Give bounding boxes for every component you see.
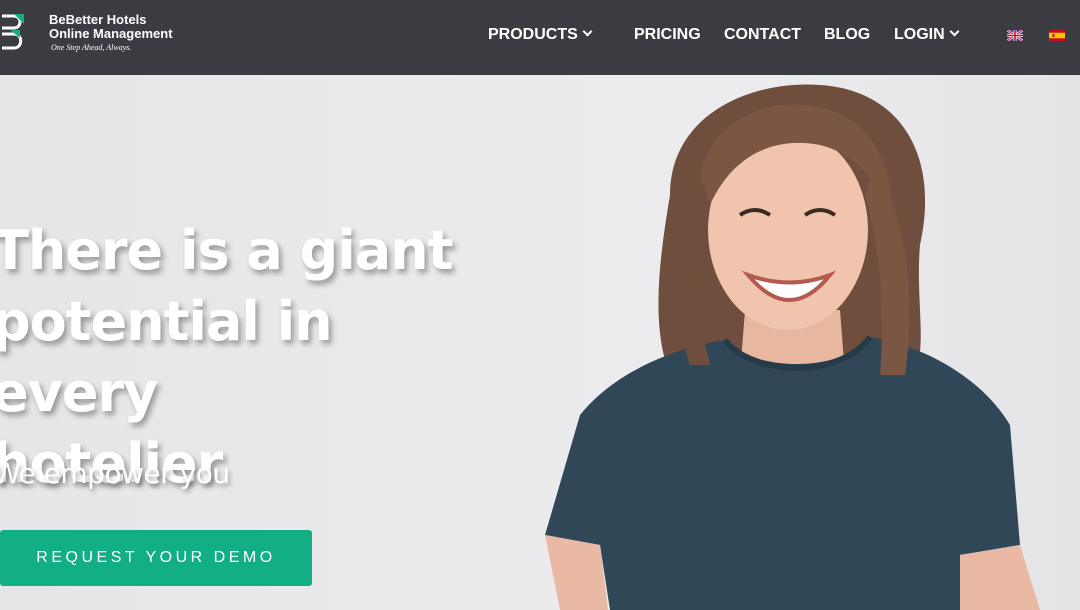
hero-photo-smiling-woman <box>545 84 1040 610</box>
chevron-down-icon <box>949 26 960 37</box>
left-arm <box>545 535 608 610</box>
t-shirt <box>545 337 1020 610</box>
uk-flag-icon[interactable] <box>1007 30 1023 41</box>
nav-login[interactable]: LOGIN <box>894 24 960 46</box>
brand-tagline: One Step Ahead, Always. <box>51 43 132 52</box>
hero-title-line-2: potential in every <box>0 290 333 424</box>
nav-products-label: PRODUCTS <box>488 26 578 43</box>
nav-pricing-label: PRICING <box>634 26 701 43</box>
right-arm <box>960 545 1040 610</box>
nav-blog[interactable]: BLOG <box>824 24 870 46</box>
brand-logo[interactable]: BeBetter Hotels Online Management One St… <box>0 12 200 60</box>
hero-subtitle: We empower you <box>0 457 230 490</box>
brand-name: BeBetter Hotels Online Management <box>49 12 173 41</box>
request-demo-button[interactable]: REQUEST YOUR DEMO <box>0 530 312 586</box>
nav-contact[interactable]: CONTACT <box>724 24 801 46</box>
nav-blog-label: BLOG <box>824 26 871 43</box>
nav-contact-label: CONTACT <box>724 26 802 43</box>
page: BeBetter Hotels Online Management One St… <box>0 0 1080 610</box>
hero-title-line-1: There is a giant <box>0 219 454 282</box>
bb-logo-icon <box>2 14 24 50</box>
nav-login-label: LOGIN <box>894 26 945 43</box>
nav-pricing[interactable]: PRICING <box>634 24 701 46</box>
nav-products[interactable]: PRODUCTS <box>488 24 593 46</box>
chevron-down-icon <box>582 26 593 37</box>
site-header: BeBetter Hotels Online Management One St… <box>0 0 1080 75</box>
spain-flag-icon[interactable] <box>1049 30 1065 41</box>
